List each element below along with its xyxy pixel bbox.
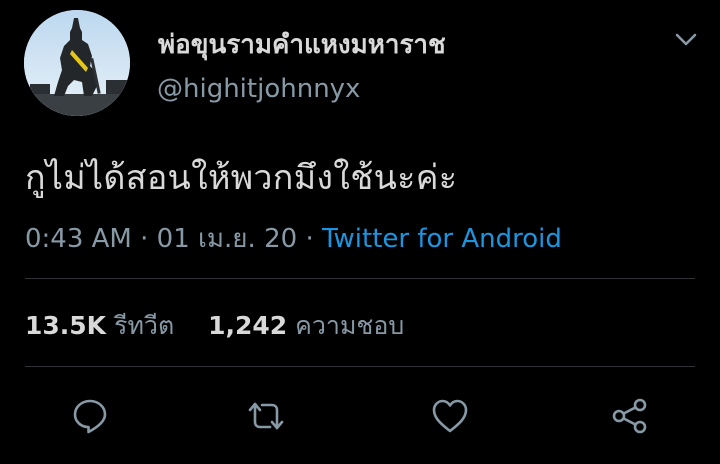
display-name[interactable]: พ่อขุนรามคำแหงมหาราช bbox=[158, 24, 446, 65]
tweet-date[interactable]: 01 เม.ย. 20 bbox=[157, 224, 298, 254]
user-handle[interactable]: @highitjohnnyx bbox=[157, 74, 360, 104]
tweet-meta: 0:43 AM · 01 เม.ย. 20 · Twitter for Andr… bbox=[25, 218, 562, 259]
like-stat[interactable]: 1,242 ความชอบ bbox=[208, 311, 404, 340]
retweet-icon[interactable] bbox=[246, 396, 286, 436]
like-count: 1,242 bbox=[208, 311, 288, 340]
meta-separator: · bbox=[140, 224, 149, 254]
reply-icon[interactable] bbox=[70, 396, 110, 436]
divider bbox=[25, 366, 695, 367]
chevron-down-icon[interactable] bbox=[672, 28, 700, 50]
engagement-stats: 13.5K รีทวีต 1,242 ความชอบ bbox=[25, 306, 404, 346]
divider bbox=[25, 278, 695, 279]
tweet-text: กูไม่ได้สอนให้พวกมึงใช้นะค่ะ bbox=[25, 158, 458, 198]
retweet-count: 13.5K bbox=[25, 311, 107, 340]
avatar[interactable] bbox=[24, 10, 130, 116]
retweet-label: รีทวีต bbox=[114, 311, 175, 340]
tweet-time[interactable]: 0:43 AM bbox=[25, 224, 132, 254]
meta-separator: · bbox=[305, 224, 314, 254]
heart-icon[interactable] bbox=[430, 396, 470, 436]
share-icon[interactable] bbox=[610, 396, 650, 436]
tweet-source-link[interactable]: Twitter for Android bbox=[322, 224, 562, 254]
retweet-stat[interactable]: 13.5K รีทวีต bbox=[25, 311, 182, 340]
avatar-statue-image bbox=[24, 10, 130, 116]
like-label: ความชอบ bbox=[295, 311, 405, 340]
